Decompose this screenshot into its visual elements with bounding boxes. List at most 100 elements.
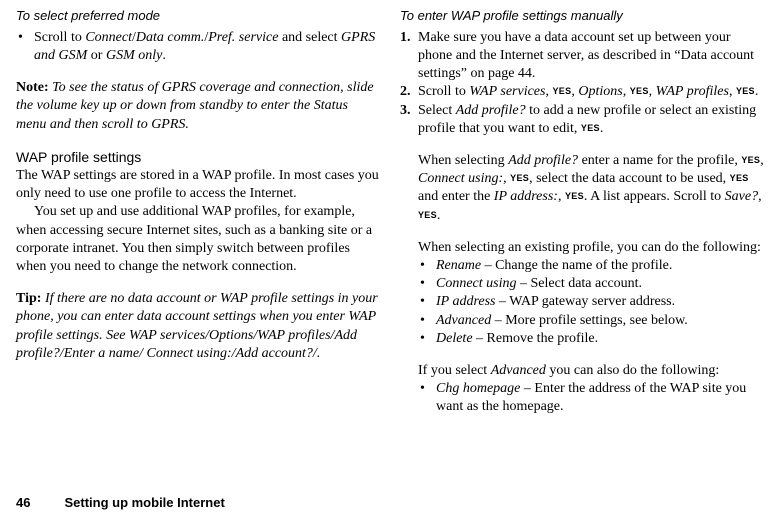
menu-pref-service: Pref. service: [208, 30, 278, 45]
text: ,: [729, 84, 736, 99]
text: – Select data account.: [517, 276, 643, 291]
text: , select the data account to be used,: [529, 171, 730, 186]
text: or: [87, 48, 106, 63]
page-number: 46: [16, 495, 30, 510]
text: – More profile settings, see below.: [491, 313, 688, 328]
existing-profile-intro: When selecting an existing profile, you …: [400, 239, 764, 257]
yes-key-icon: YES: [510, 173, 529, 183]
add-profile-paragraph: When selecting Add profile? enter a name…: [400, 152, 764, 225]
text: ,: [758, 189, 762, 204]
note-paragraph: Note: To see the status of GPRS coverage…: [16, 79, 380, 134]
text: .: [162, 48, 166, 63]
yes-key-icon: YES: [741, 155, 760, 165]
step-3: 3. Select Add profile? to add a new prof…: [400, 102, 764, 138]
option-gsm-only: GSM only: [106, 48, 162, 63]
step-3-body: Select Add profile? to add a new profile…: [418, 102, 764, 138]
text: . A list appears. Scroll to: [584, 189, 725, 204]
yes-key-icon: YES: [730, 173, 749, 183]
menu-connect-using: Connect using:: [418, 171, 503, 186]
menu-options: Options: [578, 84, 622, 99]
step-2-body: Scroll to WAP services, YES, Options, YE…: [418, 83, 764, 101]
right-column: To enter WAP profile settings manually 1…: [400, 8, 764, 416]
step-1: 1. Make sure you have a data account set…: [400, 29, 764, 84]
menu-add-profile: Add profile?: [508, 153, 578, 168]
list-item: •IP address – WAP gateway server address…: [418, 293, 764, 311]
yes-key-icon: YES: [565, 191, 584, 201]
list-item: •Connect using – Select data account.: [418, 275, 764, 293]
option-ip-address: IP address: [436, 294, 496, 309]
tip-paragraph: Tip: If there are no data account or WAP…: [16, 290, 380, 363]
list-body: Rename – Change the name of the profile.: [436, 257, 764, 275]
text: .: [437, 208, 441, 223]
menu-datacomm: Data comm.: [136, 30, 204, 45]
menu-add-profile: Add profile?: [456, 103, 526, 118]
text: If you select: [418, 363, 491, 378]
bullet-dot-icon: •: [418, 330, 436, 348]
option-advanced: Advanced: [436, 313, 491, 328]
tip-body: If there are no data account or WAP prof…: [16, 291, 378, 361]
bullet-dot-icon: •: [418, 293, 436, 311]
yes-key-icon: YES: [630, 86, 649, 96]
list-body: Connect using – Select data account.: [436, 275, 764, 293]
menu-wap-profiles: WAP profiles: [656, 84, 729, 99]
bullet-dot-icon: •: [418, 275, 436, 293]
bullet-dot-icon: •: [16, 29, 34, 65]
yes-key-icon: YES: [552, 86, 571, 96]
pref-mode-text: Scroll to Connect/Data comm./Pref. servi…: [34, 29, 380, 65]
text: Scroll to: [34, 30, 85, 45]
yes-key-icon: YES: [581, 123, 600, 133]
advanced-options-list: •Chg homepage – Enter the address of the…: [400, 380, 764, 416]
step-1-body: Make sure you have a data account set up…: [418, 29, 764, 84]
text: – Remove the profile.: [473, 331, 599, 346]
text: ,: [760, 153, 764, 168]
menu-save: Save?: [725, 189, 758, 204]
right-subhead: To enter WAP profile settings manually: [400, 8, 764, 25]
advanced-intro: If you select Advanced you can also do t…: [400, 362, 764, 380]
option-chg-homepage: Chg homepage: [436, 381, 520, 396]
list-item: •Advanced – More profile settings, see b…: [418, 312, 764, 330]
menu-wap-services: WAP services: [469, 84, 545, 99]
text: you can also do the following:: [546, 363, 719, 378]
list-item: • Rename – Change the name of the profil…: [418, 257, 764, 275]
text: – WAP gateway server address.: [496, 294, 676, 309]
text: enter a name for the profile,: [578, 153, 741, 168]
text: When selecting: [418, 153, 508, 168]
text: .: [755, 84, 759, 99]
text: and select: [278, 30, 341, 45]
note-body: To see the status of GPRS coverage and c…: [16, 80, 374, 131]
note-label: Note:: [16, 80, 49, 95]
wap-paragraph-2: You set up and use additional WAP profil…: [16, 203, 380, 276]
two-column-layout: To select preferred mode • Scroll to Con…: [16, 8, 764, 416]
option-connect-using: Connect using: [436, 276, 517, 291]
list-body: IP address – WAP gateway server address.: [436, 293, 764, 311]
menu-connect: Connect: [85, 30, 132, 45]
text: ,: [623, 84, 630, 99]
text: Scroll to: [418, 84, 469, 99]
step-2: 2. Scroll to WAP services, YES, Options,…: [400, 83, 764, 101]
left-subhead: To select preferred mode: [16, 8, 380, 25]
bullet-dot-icon: •: [418, 380, 436, 416]
text: ,: [649, 84, 656, 99]
text: and enter the: [418, 189, 494, 204]
text: Select: [418, 103, 456, 118]
profile-options-list: • Rename – Change the name of the profil…: [400, 257, 764, 348]
step-number: 1.: [400, 29, 418, 84]
step-number: 2.: [400, 83, 418, 101]
text: .: [600, 121, 604, 136]
text: ,: [558, 189, 565, 204]
bullet-dot-icon: •: [418, 312, 436, 330]
option-rename: Rename: [436, 258, 481, 273]
step-number: 3.: [400, 102, 418, 138]
wap-profile-heading: WAP profile settings: [16, 148, 380, 166]
pref-mode-bullet: • Scroll to Connect/Data comm./Pref. ser…: [16, 29, 380, 65]
list-body: Advanced – More profile settings, see be…: [436, 312, 764, 330]
left-column: To select preferred mode • Scroll to Con…: [16, 8, 380, 416]
yes-key-icon: YES: [736, 86, 755, 96]
list-item: •Chg homepage – Enter the address of the…: [418, 380, 764, 416]
bullet-dot-icon: •: [418, 257, 436, 275]
option-advanced: Advanced: [491, 363, 546, 378]
list-item: •Delete – Remove the profile.: [418, 330, 764, 348]
option-delete: Delete: [436, 331, 473, 346]
wap-paragraph-1: The WAP settings are stored in a WAP pro…: [16, 167, 380, 203]
list-body: Chg homepage – Enter the address of the …: [436, 380, 764, 416]
